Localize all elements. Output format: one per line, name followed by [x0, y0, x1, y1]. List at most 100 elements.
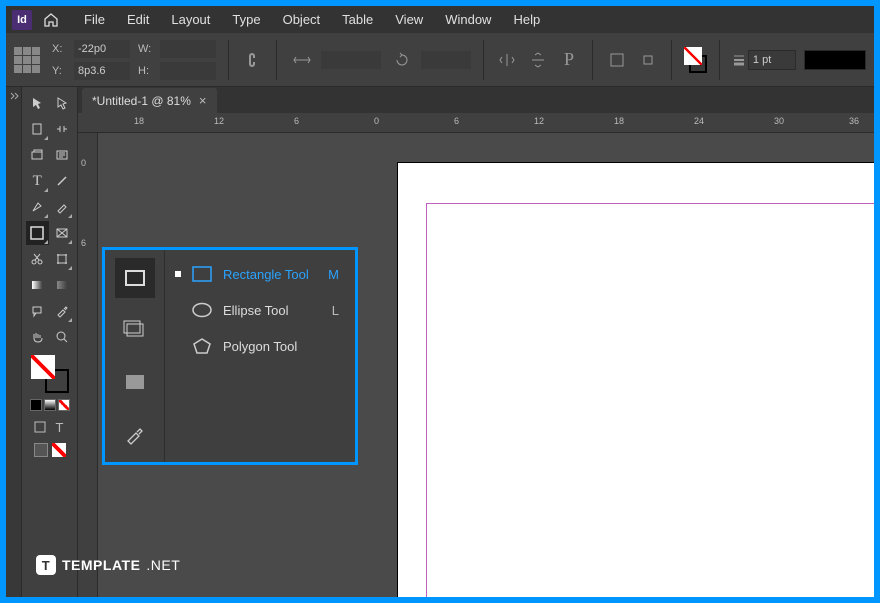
x-field[interactable]: [74, 40, 130, 58]
menu-edit[interactable]: Edit: [117, 8, 159, 31]
reference-point-grid[interactable]: [14, 47, 40, 73]
type-tool[interactable]: T: [26, 169, 49, 193]
expand-panels-icon: [9, 91, 19, 101]
shape-tool-flyout: Rectangle Tool M Ellipse Tool L Polygon …: [102, 247, 358, 465]
flyout-grid-tool[interactable]: [115, 362, 155, 402]
watermark-text-thin: .NET: [146, 557, 180, 573]
apply-color-icon[interactable]: [30, 399, 42, 411]
watermark-text-bold: TEMPLATE: [62, 557, 140, 573]
divider: [719, 40, 720, 80]
content-placer-tool[interactable]: [51, 143, 74, 167]
flyout-item-label: Polygon Tool: [223, 339, 313, 354]
flyout-item-label: Ellipse Tool: [223, 303, 313, 318]
horizontal-ruler[interactable]: 18 12 6 0 6 12 18 24 30 36: [78, 113, 874, 133]
free-transform-tool[interactable]: [51, 247, 74, 271]
home-icon[interactable]: [40, 9, 62, 31]
scissors-tool[interactable]: [26, 247, 49, 271]
flyout-eyedropper-tool[interactable]: [115, 414, 155, 454]
constrain-icon[interactable]: [241, 47, 264, 73]
gradient-swatch-tool[interactable]: [26, 273, 49, 297]
page-margin-guide: [426, 203, 874, 597]
menu-table[interactable]: Table: [332, 8, 383, 31]
rotate-group: [389, 47, 471, 73]
divider: [671, 40, 672, 80]
menu-window[interactable]: Window: [435, 8, 501, 31]
pencil-tool[interactable]: [51, 195, 74, 219]
app-badge-icon: Id: [12, 10, 32, 30]
ruler-v-label: 0: [81, 158, 86, 168]
zoom-tool[interactable]: [51, 325, 74, 349]
scale-x-field[interactable]: [321, 51, 381, 69]
eyedropper-tool[interactable]: [51, 299, 74, 323]
select-container-icon[interactable]: [605, 47, 628, 73]
rotate-icon[interactable]: [389, 47, 415, 73]
page-tool[interactable]: [26, 117, 49, 141]
close-tab-icon[interactable]: ×: [199, 93, 207, 108]
flyout-frame-tool[interactable]: [115, 310, 155, 350]
menu-file[interactable]: File: [74, 8, 115, 31]
normal-mode-icon[interactable]: [34, 443, 48, 457]
content-collector-tool[interactable]: [26, 143, 49, 167]
menu-object[interactable]: Object: [273, 8, 331, 31]
apply-gradient-icon[interactable]: [44, 399, 56, 411]
y-field[interactable]: [74, 62, 130, 80]
vertical-ruler[interactable]: 0 6: [78, 133, 98, 597]
ruler-h-label: 18: [614, 116, 624, 126]
preview-mode-icon[interactable]: [52, 443, 66, 457]
hand-tool[interactable]: [26, 325, 49, 349]
h-label: H:: [138, 65, 156, 77]
flyout-item-label: Rectangle Tool: [223, 267, 313, 282]
paragraph-style-icon[interactable]: P: [557, 47, 580, 73]
menu-type[interactable]: Type: [222, 8, 270, 31]
ruler-h-label: 30: [774, 116, 784, 126]
collapsed-panel-strip[interactable]: [6, 87, 22, 597]
rotate-field[interactable]: [421, 51, 471, 69]
h-field[interactable]: [160, 62, 216, 80]
watermark-badge-icon: T: [36, 555, 56, 575]
toolbox-fill-stroke-swatch[interactable]: [31, 355, 69, 393]
w-field[interactable]: [160, 40, 216, 58]
note-tool[interactable]: [26, 299, 49, 323]
scale-x-icon[interactable]: [289, 47, 315, 73]
apply-none-icon[interactable]: [58, 399, 70, 411]
formatting-affects-row: T: [22, 419, 77, 435]
document-tab[interactable]: *Untitled-1 @ 81% ×: [82, 88, 217, 113]
flyout-item-ellipse[interactable]: Ellipse Tool L: [173, 296, 341, 324]
formatting-text-icon[interactable]: T: [52, 419, 68, 435]
screen-mode-row: [22, 443, 77, 457]
gap-tool[interactable]: [51, 117, 74, 141]
direct-selection-tool[interactable]: [51, 91, 74, 115]
divider: [228, 40, 229, 80]
menu-layout[interactable]: Layout: [161, 8, 220, 31]
rectangle-icon: [191, 263, 213, 285]
menu-help[interactable]: Help: [503, 8, 550, 31]
ruler-h-label: 6: [454, 116, 459, 126]
menu-view[interactable]: View: [385, 8, 433, 31]
x-label: X:: [52, 43, 70, 55]
flip-h-icon[interactable]: [496, 47, 519, 73]
flyout-rectangle-tool[interactable]: [115, 258, 155, 298]
fill-stroke-swatch[interactable]: [684, 47, 707, 73]
ruler-h-label: 6: [294, 116, 299, 126]
line-tool[interactable]: [51, 169, 74, 193]
stroke-weight-icon: [732, 53, 746, 67]
rectangle-frame-tool[interactable]: [26, 221, 49, 245]
color-mode-row: [22, 399, 77, 411]
toolbox: T: [22, 87, 78, 597]
formatting-container-icon[interactable]: [32, 419, 48, 435]
selection-tool[interactable]: [26, 91, 49, 115]
position-fields: X: Y:: [52, 40, 130, 80]
flyout-item-rectangle[interactable]: Rectangle Tool M: [173, 260, 341, 288]
flyout-item-polygon[interactable]: Polygon Tool: [173, 332, 341, 360]
rectangle-tool[interactable]: [51, 221, 74, 245]
ruler-h-label: 0: [374, 116, 379, 126]
ruler-v-label: 6: [81, 238, 86, 248]
gradient-feather-tool[interactable]: [51, 273, 74, 297]
select-content-icon[interactable]: [636, 47, 659, 73]
flyout-item-shortcut: L: [323, 303, 339, 318]
flip-v-icon[interactable]: [527, 47, 550, 73]
pen-tool[interactable]: [26, 195, 49, 219]
stroke-style-preview[interactable]: [804, 50, 866, 70]
ruler-h-label: 36: [849, 116, 859, 126]
stroke-weight-field[interactable]: [748, 50, 796, 70]
